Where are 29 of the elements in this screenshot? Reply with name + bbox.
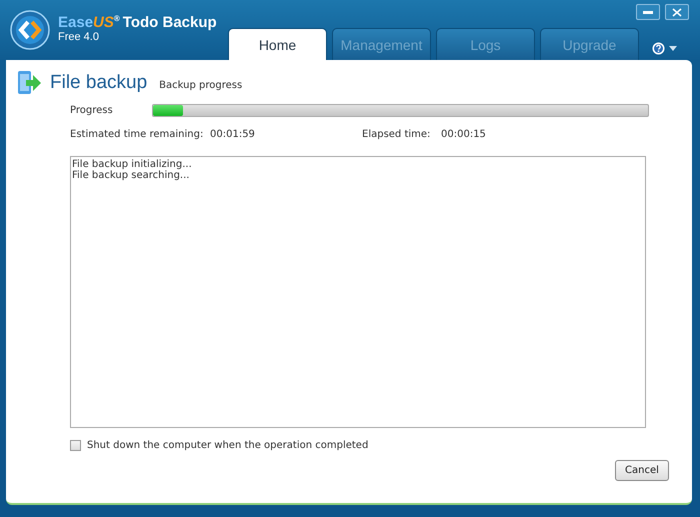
checkbox[interactable] <box>70 440 81 451</box>
registered-mark: ® <box>114 14 120 22</box>
log-line: File backup searching... <box>72 170 190 181</box>
log-line: File backup initializing... <box>72 159 193 170</box>
page-subtitle: Backup progress <box>159 80 242 90</box>
page-title: File backup <box>50 72 148 94</box>
dropdown-caret-icon[interactable] <box>669 46 677 51</box>
estimated-time-value: 00:01:59 <box>210 129 256 140</box>
brand-name: Ease <box>58 14 94 30</box>
estimated-time-label: Estimated time remaining: <box>70 129 204 140</box>
help-icon[interactable] <box>652 42 665 55</box>
elapsed-time-label: Elapsed time: <box>362 129 432 140</box>
minimize-icon <box>643 10 653 14</box>
cancel-button[interactable]: Cancel <box>615 460 669 481</box>
shutdown-label: Shut down the computer when the operation completed <box>87 440 368 451</box>
close-button[interactable] <box>665 4 689 20</box>
tab[interactable]: Logs <box>436 28 535 60</box>
edition-label: Free 4.0 <box>58 30 100 42</box>
tab[interactable]: Home <box>228 28 327 60</box>
product-name: Todo Backup <box>122 14 217 30</box>
close-icon <box>672 8 682 16</box>
progress-label: Progress <box>70 105 114 116</box>
tab[interactable]: Management <box>332 28 431 60</box>
brand-name: US <box>93 14 114 30</box>
minimize-button[interactable] <box>636 4 660 20</box>
file-backup-icon <box>16 70 42 96</box>
elapsed-time-value: 00:00:15 <box>441 129 486 140</box>
logo-icon <box>10 10 50 50</box>
tab[interactable]: Upgrade <box>540 28 639 60</box>
